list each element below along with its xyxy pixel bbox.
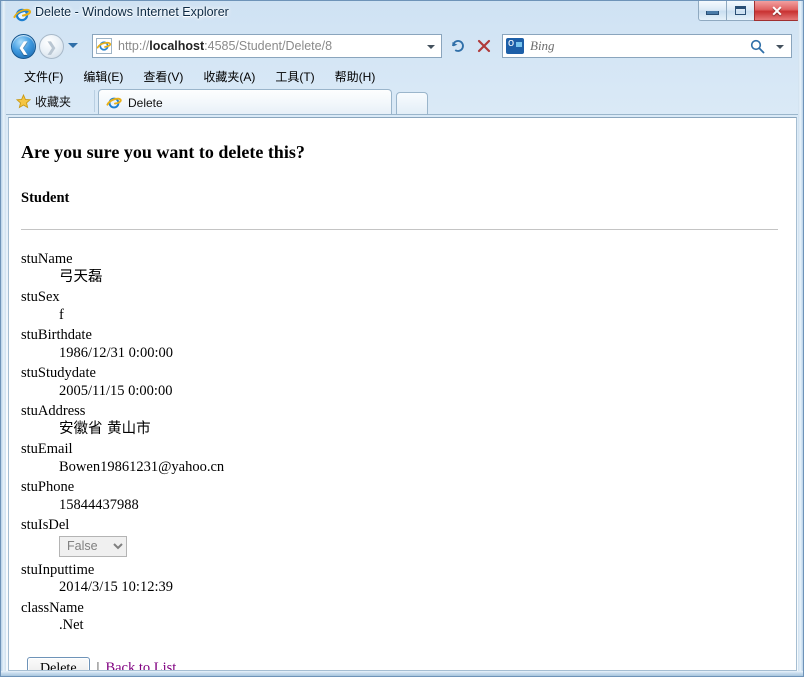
field-value-stuBirthdate: 1986/12/31 0:00:00	[59, 344, 173, 361]
tab-label: Delete	[128, 95, 163, 110]
history-dropdown-icon[interactable]	[68, 43, 78, 48]
bing-icon	[506, 37, 524, 54]
new-tab-button[interactable]	[396, 92, 428, 114]
page-title: Are you sure you want to delete this?	[21, 142, 305, 162]
action-separator: |	[96, 660, 100, 671]
field-value-stuIsDel-wrapper: False	[59, 535, 778, 563]
field-label-className: className	[21, 599, 84, 616]
field-label-stuPhone: stuPhone	[21, 479, 75, 495]
title-bar: Delete - Windows Internet Explorer ✕	[1, 1, 803, 30]
address-dropdown-icon[interactable]	[427, 45, 435, 49]
field-label-stuBirthdate: stuBirthdate	[21, 327, 92, 343]
menu-item-tools[interactable]: 工具(T)	[275, 68, 314, 85]
field-value-stuStudydate: 2005/11/15 0:00:00	[59, 382, 173, 399]
delete-button[interactable]: Delete	[27, 656, 90, 670]
address-bar[interactable]: http://localhost:4585/Student/Delete/8	[92, 34, 442, 58]
field-value-stuEmail: Bowen19861231@yahoo.cn	[59, 458, 225, 475]
field-label-stuStudydate: stuStudydate	[21, 365, 96, 381]
field-value-stuSex: f	[59, 306, 64, 323]
star-icon	[15, 93, 32, 109]
field-label-stuSex: stuSex	[21, 289, 60, 305]
close-button[interactable]: ✕	[754, 1, 800, 21]
forward-button[interactable]: ❯	[39, 34, 64, 59]
divider	[21, 229, 778, 230]
favorites-and-tab-bar: 收藏夹 Delete	[6, 88, 800, 115]
search-icon[interactable]	[750, 39, 765, 54]
window-title: Delete - Windows Internet Explorer	[35, 5, 229, 19]
minimize-button[interactable]	[698, 1, 727, 21]
window-border-right	[798, 1, 803, 676]
maximize-button[interactable]	[726, 1, 755, 21]
field-value-stuAddress: 安徽省 黄山市	[59, 420, 151, 437]
menu-item-view[interactable]: 查看(V)	[143, 68, 183, 85]
menu-item-favorites[interactable]: 收藏夹(A)	[203, 68, 255, 85]
refresh-button[interactable]	[446, 34, 470, 58]
field-label-stuInputtime: stuInputtime	[21, 561, 95, 578]
arrow-right-icon: ❯	[46, 39, 57, 54]
field-label-stuIsDel: stuIsDel	[21, 517, 70, 533]
tab-delete[interactable]: Delete	[98, 89, 392, 115]
menu-item-file[interactable]: 文件(F)	[24, 68, 63, 85]
close-x-icon	[477, 39, 491, 53]
stop-button[interactable]	[472, 34, 496, 58]
close-icon: ✕	[771, 2, 783, 19]
entity-title: Student	[21, 190, 70, 206]
maximize-icon	[735, 6, 746, 15]
field-value-stuInputtime: 2014/3/15 10:12:39	[59, 579, 173, 595]
menu-item-edit[interactable]: 编辑(E)	[83, 68, 123, 85]
stuisdel-select[interactable]: False	[59, 535, 127, 557]
minimize-icon	[706, 11, 719, 15]
window-border-left	[1, 1, 6, 676]
toolbar-divider	[94, 90, 95, 112]
arrow-left-icon: ❮	[18, 39, 29, 54]
address-url: http://localhost:4585/Student/Delete/8	[118, 39, 333, 53]
window-border-bottom	[1, 671, 803, 676]
search-bar[interactable]: Bing	[502, 34, 792, 58]
field-label-stuAddress: stuAddress	[21, 403, 86, 419]
field-value-stuName: 弓天磊	[59, 268, 103, 285]
search-input[interactable]: Bing	[530, 38, 555, 54]
form-actions: Delete | Back to List	[27, 656, 778, 671]
field-label-stuEmail: stuEmail	[21, 441, 73, 457]
tabstrip-divider	[6, 114, 800, 115]
search-dropdown-icon[interactable]	[776, 45, 784, 49]
favorites-label: 收藏夹	[35, 95, 72, 109]
menu-item-help[interactable]: 帮助(H)	[335, 68, 376, 85]
page-content: Are you sure you want to delete this? St…	[8, 117, 797, 671]
browser-window: Delete - Windows Internet Explorer ✕ ❮ ❯	[0, 0, 804, 677]
window-controls: ✕	[698, 1, 800, 23]
refresh-icon	[452, 40, 464, 52]
menu-bar: 文件(F) 编辑(E) 查看(V) 收藏夹(A) 工具(T) 帮助(H)	[6, 65, 800, 87]
field-value-stuPhone: 15844437988	[59, 496, 139, 513]
page-icon	[96, 38, 112, 54]
back-button[interactable]: ❮	[11, 34, 36, 59]
navigation-bar: ❮ ❯ http://localhost:4585/Student/Delete…	[6, 31, 800, 63]
ie-icon	[106, 95, 122, 111]
field-list: stuName 弓天磊 stuSex f stuBirthdate 1986/1…	[21, 252, 778, 639]
field-label-stuName: stuName	[21, 251, 73, 267]
ie-icon	[13, 6, 32, 24]
back-to-list-link[interactable]: Back to List	[105, 660, 176, 670]
favorites-button[interactable]: 收藏夹	[15, 91, 72, 112]
field-value-className: .Net	[59, 617, 84, 633]
